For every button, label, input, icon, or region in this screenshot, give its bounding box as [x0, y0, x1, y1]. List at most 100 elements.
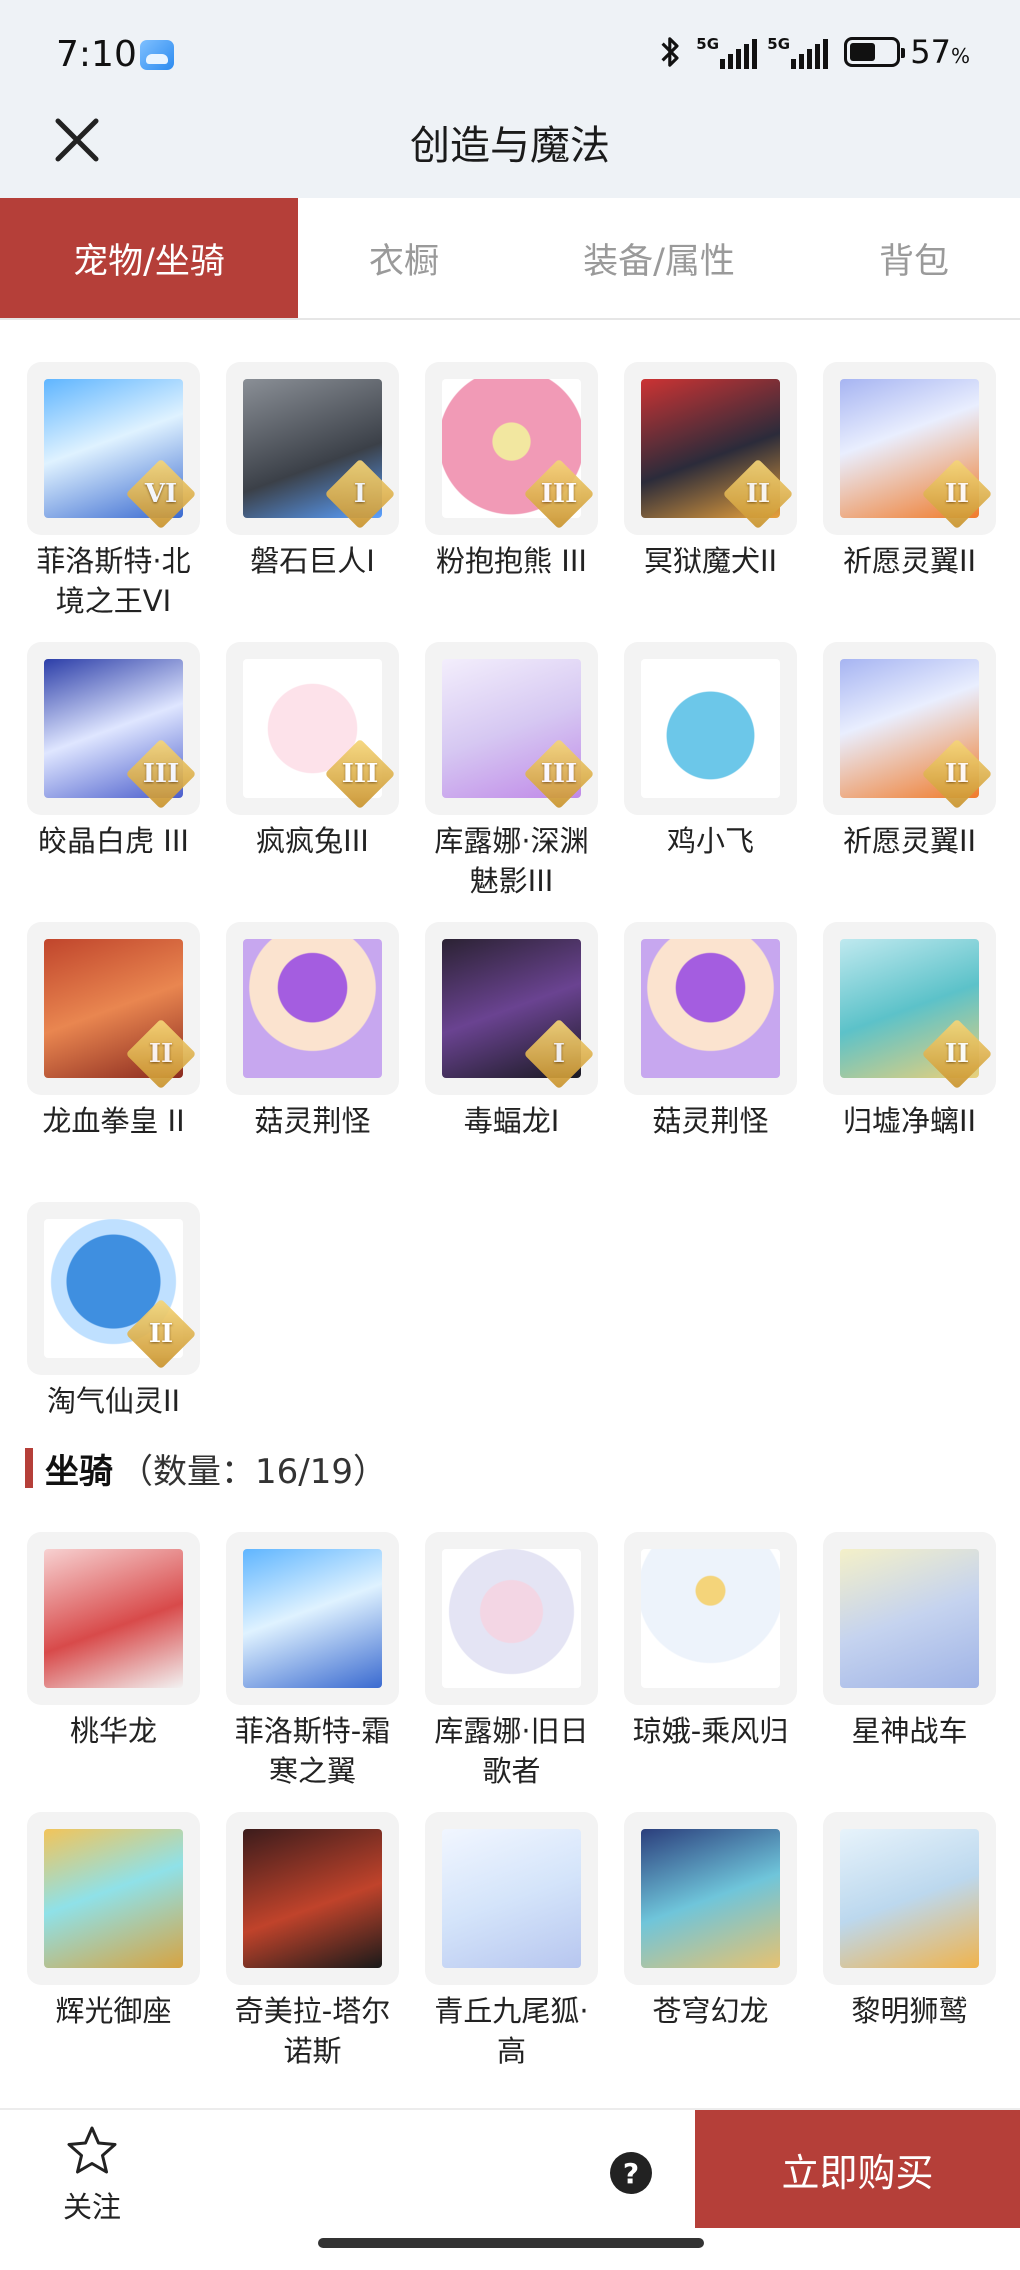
bluetooth-icon	[661, 37, 679, 67]
mount-name: 奇美拉-塔尔诺斯	[234, 1994, 391, 2068]
pet-card[interactable]: II 祈愿灵翼II	[823, 362, 996, 642]
tier-badge-label: III	[540, 759, 578, 789]
tier-badge-label: II	[745, 479, 771, 509]
pet-name: 粉抱抱熊 III	[436, 544, 587, 578]
mount-name: 星神战车	[851, 1714, 968, 1748]
section-count: （数量：16/19）	[119, 1451, 387, 1492]
pet-thumbnail: II	[823, 642, 996, 815]
pet-card[interactable]: I 磐石巨人Ⅰ	[226, 362, 399, 642]
battery-percent: 57%	[910, 33, 970, 71]
mount-thumbnail	[226, 1812, 399, 1985]
pet-card[interactable]: III 粉抱抱熊 III	[425, 362, 598, 642]
mount-thumbnail	[624, 1812, 797, 1985]
pet-name: 淘气仙灵II	[46, 1384, 181, 1418]
pet-thumbnail: III	[425, 642, 598, 815]
mount-card[interactable]: 黎明狮鹫	[823, 1812, 996, 2092]
mount-thumbnail	[624, 1532, 797, 1705]
pet-card[interactable]: 鸡小飞	[624, 642, 797, 922]
pet-image	[243, 939, 382, 1078]
mount-card[interactable]: 青丘九尾狐·高	[425, 1812, 598, 2092]
tab-equipment[interactable]: 装备/属性	[510, 198, 808, 318]
home-indicator[interactable]	[318, 2238, 704, 2248]
pet-card[interactable]: II 龙血拳皇 II	[27, 922, 200, 1202]
pet-card[interactable]: III 疯疯兔III	[226, 642, 399, 922]
mount-name: 菲洛斯特-霜寒之翼	[234, 1714, 391, 1788]
mount-card[interactable]: 辉光御座	[27, 1812, 200, 2092]
pet-thumbnail: II	[823, 922, 996, 1095]
mount-card[interactable]: 奇美拉-塔尔诺斯	[226, 1812, 399, 2092]
mount-thumbnail	[27, 1812, 200, 1985]
pet-card[interactable]: II 祈愿灵翼II	[823, 642, 996, 922]
mount-card[interactable]: 库露娜·旧日歌者	[425, 1532, 598, 1812]
pet-thumbnail: II	[823, 362, 996, 535]
tier-badge-icon: III	[523, 738, 595, 810]
star-icon	[67, 2126, 117, 2174]
tier-badge-icon: II	[921, 458, 993, 530]
tier-badge-icon: II	[125, 1298, 197, 1370]
pet-thumbnail: II	[27, 922, 200, 1095]
app-header: 创造与魔法	[0, 105, 1020, 198]
pet-thumbnail: III	[27, 642, 200, 815]
pet-thumbnail: II	[624, 362, 797, 535]
pet-card[interactable]: 菇灵荆怪	[624, 922, 797, 1202]
buy-now-button[interactable]: 立即购买	[695, 2110, 1020, 2228]
signal-icon-2: 5G	[767, 35, 829, 69]
mount-image	[442, 1829, 581, 1968]
pet-thumbnail	[624, 922, 797, 1095]
pet-name: 冥狱魔犬II	[643, 544, 778, 578]
mount-thumbnail	[823, 1532, 996, 1705]
mount-card[interactable]: 星神战车	[823, 1532, 996, 1812]
tier-badge-label: I	[353, 479, 367, 509]
pet-card[interactable]: II 归墟净螭II	[823, 922, 996, 1202]
mount-card[interactable]: 苍穹幻龙	[624, 1812, 797, 2092]
tier-badge-icon: I	[523, 1018, 595, 1090]
mount-thumbnail	[425, 1532, 598, 1705]
tier-badge-icon: III	[125, 738, 197, 810]
tab-pets-mounts[interactable]: 宠物/坐骑	[0, 198, 298, 318]
mount-image	[442, 1549, 581, 1688]
pet-name: 库露娜·深渊魅影III	[434, 824, 589, 898]
mount-name: 辉光御座	[55, 1994, 172, 2028]
mount-thumbnail	[823, 1812, 996, 1985]
tier-badge-label: II	[148, 1319, 174, 1349]
gallery-app-icon	[140, 40, 174, 70]
help-icon[interactable]: ?	[610, 2152, 652, 2194]
mount-thumbnail	[27, 1532, 200, 1705]
mount-card[interactable]: 琼娥-乘风归	[624, 1532, 797, 1812]
pet-name: 祈愿灵翼II	[842, 544, 977, 578]
mount-image	[840, 1549, 979, 1688]
pet-thumbnail: III	[425, 362, 598, 535]
pet-name: 龙血拳皇 II	[42, 1104, 185, 1138]
status-bar: 7:10 5G 5G 57%	[0, 0, 1020, 105]
tab-bar: 宠物/坐骑 衣橱 装备/属性 背包	[0, 198, 1020, 320]
pet-name: 归墟净螭II	[842, 1104, 977, 1138]
pet-name: 磐石巨人Ⅰ	[250, 544, 375, 578]
status-time: 7:10	[56, 34, 137, 75]
mount-card[interactable]: 桃华龙	[27, 1532, 200, 1812]
mount-card[interactable]: 菲洛斯特-霜寒之翼	[226, 1532, 399, 1812]
follow-label: 关注	[62, 2190, 121, 2224]
follow-button[interactable]: 关注	[52, 2124, 132, 2226]
battery-icon	[844, 37, 906, 67]
pet-card[interactable]: VI 菲洛斯特·北境之王VI	[27, 362, 200, 642]
tab-wardrobe[interactable]: 衣橱	[298, 198, 510, 318]
mount-name: 苍穹幻龙	[652, 1994, 769, 2028]
pet-name: 毒蝠龙Ⅰ	[463, 1104, 560, 1138]
mount-image	[243, 1829, 382, 1968]
mount-thumbnail	[425, 1812, 598, 1985]
pet-card[interactable]: III 库露娜·深渊魅影III	[425, 642, 598, 922]
status-icons: 5G 5G 57%	[656, 32, 970, 72]
tab-backpack[interactable]: 背包	[808, 198, 1020, 318]
tier-badge-icon: II	[921, 1018, 993, 1090]
pet-card[interactable]: 菇灵荆怪	[226, 922, 399, 1202]
tier-badge-icon: II	[722, 458, 794, 530]
pet-card[interactable]: II 冥狱魔犬II	[624, 362, 797, 642]
pet-card[interactable]: I 毒蝠龙Ⅰ	[425, 922, 598, 1202]
pet-thumbnail: I	[425, 922, 598, 1095]
pet-thumbnail: II	[27, 1202, 200, 1375]
pet-name: 疯疯兔III	[256, 824, 369, 858]
mount-thumbnail	[226, 1532, 399, 1705]
pet-card[interactable]: III 皎晶白虎 III	[27, 642, 200, 922]
section-title: 坐骑	[45, 1451, 113, 1492]
mount-image	[641, 1829, 780, 1968]
